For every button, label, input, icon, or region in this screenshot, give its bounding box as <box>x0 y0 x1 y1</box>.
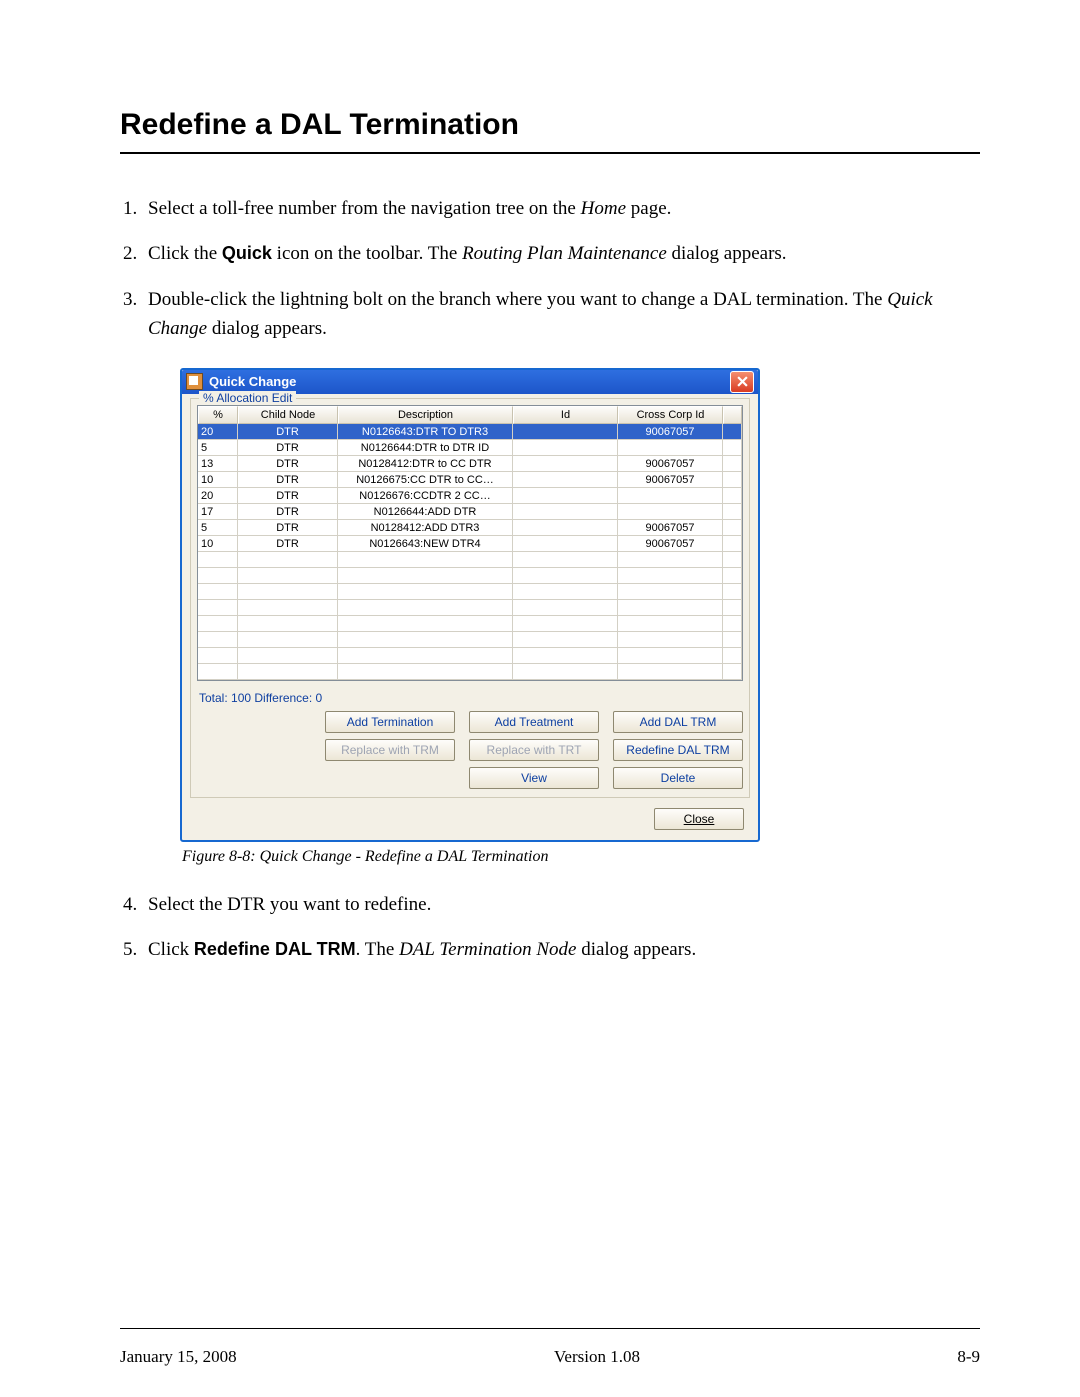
replace-trt-button: Replace with TRT <box>469 739 599 761</box>
footer-pagenum: 8-9 <box>957 1347 980 1367</box>
col-end <box>723 406 742 424</box>
footer-rule <box>120 1328 980 1329</box>
page-footer: January 15, 2008 Version 1.08 8-9 <box>120 1347 980 1367</box>
table-row-empty <box>198 600 742 616</box>
totals-text: Total: 100 Difference: 0 <box>199 691 741 705</box>
grid-header: % Child Node Description Id Cross Corp I… <box>198 406 742 424</box>
page-title: Redefine a DAL Termination <box>120 108 980 142</box>
step-item: Click Redefine DAL TRM. The DAL Terminat… <box>142 935 980 964</box>
add-termination-button[interactable]: Add Termination <box>325 711 455 733</box>
table-row[interactable]: 10DTRN0126675:CC DTR to CC…90067057 <box>198 472 742 488</box>
table-row[interactable]: 10DTRN0126643:NEW DTR490067057 <box>198 536 742 552</box>
figure-caption: Figure 8-8: Quick Change - Redefine a DA… <box>182 848 980 866</box>
col-id[interactable]: Id <box>513 406 618 424</box>
col-description[interactable]: Description <box>338 406 513 424</box>
footer-version: Version 1.08 <box>554 1347 640 1367</box>
replace-trm-button: Replace with TRM <box>325 739 455 761</box>
app-icon <box>186 373 203 390</box>
close-icon[interactable] <box>730 371 754 393</box>
grid-body: 20DTRN0126643:DTR TO DTR3900670575DTRN01… <box>198 424 742 680</box>
table-row[interactable]: 5DTRN0126644:DTR to DTR ID <box>198 440 742 456</box>
step-item: Select the DTR you want to redefine. <box>142 890 980 919</box>
delete-button[interactable]: Delete <box>613 767 743 789</box>
steps-list-top: Select a toll-free number from the navig… <box>120 194 980 344</box>
steps-list-bottom: Select the DTR you want to redefine. Clic… <box>120 890 980 965</box>
table-row-empty <box>198 632 742 648</box>
table-row-empty <box>198 584 742 600</box>
group-legend: % Allocation Edit <box>199 391 296 405</box>
add-treatment-button[interactable]: Add Treatment <box>469 711 599 733</box>
table-row-empty <box>198 568 742 584</box>
add-dal-trm-button[interactable]: Add DAL TRM <box>613 711 743 733</box>
table-row-empty <box>198 664 742 680</box>
allocation-groupbox: % Allocation Edit % Child Node Descripti… <box>190 398 750 798</box>
step-item: Double-click the lightning bolt on the b… <box>142 285 980 344</box>
table-row[interactable]: 20DTRN0126676:CCDTR 2 CC… <box>198 488 742 504</box>
step-item: Click the Quick icon on the toolbar. The… <box>142 239 980 268</box>
table-row-empty <box>198 616 742 632</box>
allocation-grid[interactable]: % Child Node Description Id Cross Corp I… <box>197 405 743 681</box>
footer-date: January 15, 2008 <box>120 1347 237 1367</box>
view-button[interactable]: View <box>469 767 599 789</box>
table-row[interactable]: 5DTRN0128412:ADD DTR390067057 <box>198 520 742 536</box>
col-percent[interactable]: % <box>198 406 238 424</box>
table-row[interactable]: 20DTRN0126643:DTR TO DTR390067057 <box>198 424 742 440</box>
col-cross-corp[interactable]: Cross Corp Id <box>618 406 723 424</box>
quick-change-dialog: Quick Change % Allocation Edit % Child N… <box>180 368 760 842</box>
close-button[interactable]: Close <box>654 808 744 830</box>
title-rule <box>120 152 980 154</box>
figure-container: Quick Change % Allocation Edit % Child N… <box>180 368 980 842</box>
dialog-title: Quick Change <box>209 374 730 389</box>
table-row[interactable]: 13DTRN0128412:DTR to CC DTR90067057 <box>198 456 742 472</box>
redefine-dal-trm-button[interactable]: Redefine DAL TRM <box>613 739 743 761</box>
table-row[interactable]: 17DTRN0126644:ADD DTR <box>198 504 742 520</box>
table-row-empty <box>198 648 742 664</box>
table-row-empty <box>198 552 742 568</box>
step-item: Select a toll-free number from the navig… <box>142 194 980 223</box>
col-child-node[interactable]: Child Node <box>238 406 338 424</box>
